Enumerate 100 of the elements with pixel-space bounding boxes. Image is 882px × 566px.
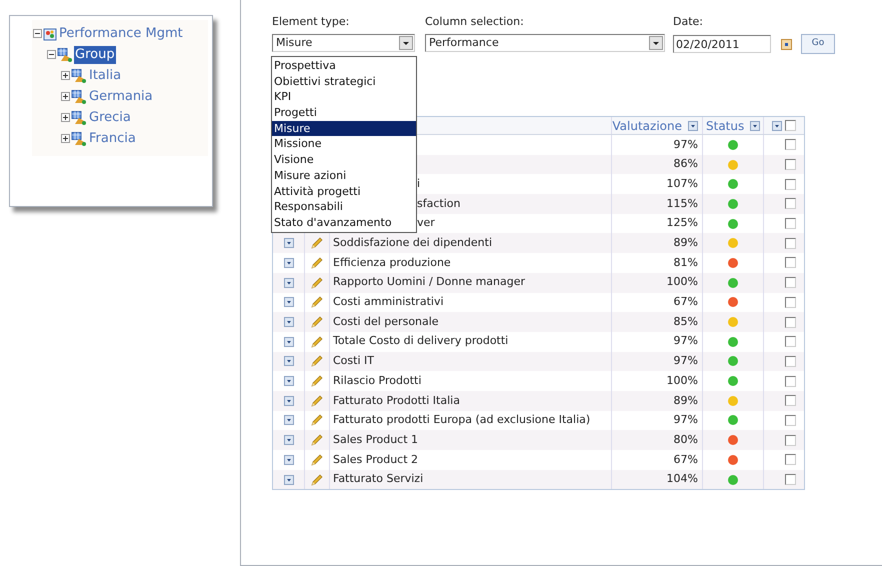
expand-row-icon[interactable] bbox=[284, 258, 294, 268]
dropdown-option[interactable]: Visione bbox=[272, 152, 416, 168]
column-header[interactable]: Valutazione bbox=[612, 116, 682, 134]
column-selection-select[interactable]: Performance bbox=[425, 34, 665, 52]
table-cell-text: 86% bbox=[674, 156, 698, 172]
expand-row-icon[interactable] bbox=[284, 415, 294, 426]
table-cell-text: Costi IT bbox=[333, 353, 374, 370]
tree-item[interactable]: Germania bbox=[88, 88, 154, 106]
menu-icon[interactable] bbox=[772, 120, 782, 130]
checkbox[interactable] bbox=[785, 257, 796, 268]
tree-item[interactable]: Grecia bbox=[88, 108, 132, 126]
checkbox[interactable] bbox=[785, 277, 796, 288]
table-cell-text: 125% bbox=[666, 215, 698, 232]
pencil-icon bbox=[310, 374, 324, 388]
tree-item[interactable]: Group bbox=[74, 46, 116, 64]
table-cell-text: 104% bbox=[666, 471, 698, 488]
checkbox[interactable] bbox=[785, 376, 796, 387]
checkbox[interactable] bbox=[785, 120, 796, 131]
table-cell-text: 67% bbox=[674, 452, 698, 468]
table-cell-text: Costi amministrativi bbox=[333, 294, 444, 310]
element-type-select[interactable]: Misure bbox=[272, 34, 415, 52]
tree-item[interactable]: Italia bbox=[88, 66, 122, 84]
checkbox[interactable] bbox=[785, 238, 796, 249]
expand-row-icon[interactable] bbox=[284, 317, 294, 328]
checkbox[interactable] bbox=[785, 139, 796, 150]
table-cell-text: Costi del personale bbox=[333, 314, 439, 330]
calendar-icon[interactable] bbox=[781, 38, 792, 50]
expand-row-icon[interactable] bbox=[284, 356, 294, 366]
collapse-icon[interactable] bbox=[47, 50, 56, 59]
checkbox[interactable] bbox=[785, 454, 796, 466]
table-cell-text: Sales Product 2 bbox=[333, 452, 418, 468]
table-cell-text: Fatturato prodotti Europa (ad exclusione Italia) bbox=[333, 412, 590, 428]
expand-row-icon[interactable] bbox=[284, 238, 294, 248]
dropdown-option[interactable]: Missione bbox=[272, 136, 416, 152]
expand-row-icon[interactable] bbox=[284, 454, 294, 465]
checkbox[interactable] bbox=[785, 316, 796, 328]
expand-row-icon[interactable] bbox=[284, 396, 294, 406]
table-cell-text: 89% bbox=[674, 235, 698, 252]
column-header[interactable]: Status bbox=[706, 116, 744, 134]
expand-row-icon[interactable] bbox=[284, 435, 294, 446]
pencil-icon bbox=[310, 256, 324, 270]
pencil-icon bbox=[310, 334, 324, 349]
table-cell-text: 97% bbox=[674, 136, 698, 153]
table-cell-text: ver bbox=[417, 215, 435, 232]
checkbox[interactable] bbox=[785, 336, 796, 348]
pencil-icon bbox=[310, 354, 324, 368]
table-cell-text: 89% bbox=[674, 392, 698, 409]
expand-row-icon[interactable] bbox=[284, 336, 294, 347]
table-cell-text: 97% bbox=[674, 353, 698, 370]
dropdown-option[interactable]: Misure bbox=[272, 120, 416, 136]
checkbox[interactable] bbox=[785, 159, 796, 170]
checkbox[interactable] bbox=[785, 356, 796, 367]
dropdown-option[interactable]: KPI bbox=[272, 89, 416, 106]
table-cell-text: 107% bbox=[666, 176, 698, 192]
dropdown-option[interactable]: Misure azioni bbox=[272, 168, 416, 184]
checkbox[interactable] bbox=[785, 178, 796, 190]
dropdown-option[interactable]: Stato d'avanzamento bbox=[272, 214, 416, 231]
grid-icon bbox=[71, 132, 87, 146]
go-button[interactable]: Go bbox=[801, 34, 835, 54]
checkbox[interactable] bbox=[785, 474, 796, 486]
checkbox[interactable] bbox=[785, 414, 796, 426]
expand-icon[interactable] bbox=[61, 134, 70, 143]
table-cell-text: Rilascio Prodotti bbox=[333, 372, 422, 389]
table-cell-text: i bbox=[417, 176, 420, 192]
checkbox[interactable] bbox=[785, 198, 796, 210]
checkbox[interactable] bbox=[785, 434, 796, 446]
expand-row-icon[interactable] bbox=[284, 376, 294, 386]
table-cell-text: 67% bbox=[674, 294, 698, 310]
checkbox[interactable] bbox=[785, 218, 796, 230]
pencil-icon bbox=[310, 413, 324, 428]
checkbox[interactable] bbox=[785, 296, 796, 308]
checkbox[interactable] bbox=[785, 395, 796, 406]
pencil-icon bbox=[310, 394, 324, 408]
dropdown-option[interactable]: Prospettiva bbox=[272, 58, 416, 74]
expand-icon[interactable] bbox=[61, 113, 70, 122]
tree-item[interactable]: Performance Mgmt bbox=[58, 24, 184, 42]
sort-icon[interactable] bbox=[750, 120, 760, 130]
table-cell-text: 115% bbox=[666, 196, 698, 212]
dropdown-option[interactable]: Attività progetti bbox=[272, 184, 416, 200]
pencil-icon bbox=[310, 472, 324, 487]
expand-row-icon[interactable] bbox=[284, 278, 294, 288]
pencil-icon bbox=[310, 295, 324, 310]
expand-icon[interactable] bbox=[61, 71, 70, 80]
pencil-icon bbox=[310, 276, 324, 290]
table-cell-text: 81% bbox=[674, 254, 698, 271]
tree-item[interactable]: Francia bbox=[88, 130, 137, 148]
dropdown-option[interactable]: Responsabili bbox=[272, 199, 416, 215]
date-field[interactable]: 02/20/2011 bbox=[673, 35, 771, 53]
dropdown-option[interactable]: Progetti bbox=[272, 105, 416, 121]
grid-icon bbox=[71, 110, 87, 124]
expand-icon[interactable] bbox=[61, 92, 70, 101]
sort-icon[interactable] bbox=[688, 120, 698, 130]
table-cell-text: Efficienza produzione bbox=[333, 254, 451, 271]
table-cell-text: 100% bbox=[666, 372, 698, 389]
dropdown-option[interactable]: Obiettivi strategici bbox=[272, 74, 416, 90]
table-cell-text: Totale Costo di delivery prodotti bbox=[333, 333, 508, 350]
table-cell-text: Fatturato Prodotti Italia bbox=[333, 392, 460, 409]
expand-row-icon[interactable] bbox=[284, 297, 294, 308]
collapse-icon[interactable] bbox=[33, 29, 42, 38]
expand-row-icon[interactable] bbox=[284, 474, 294, 485]
